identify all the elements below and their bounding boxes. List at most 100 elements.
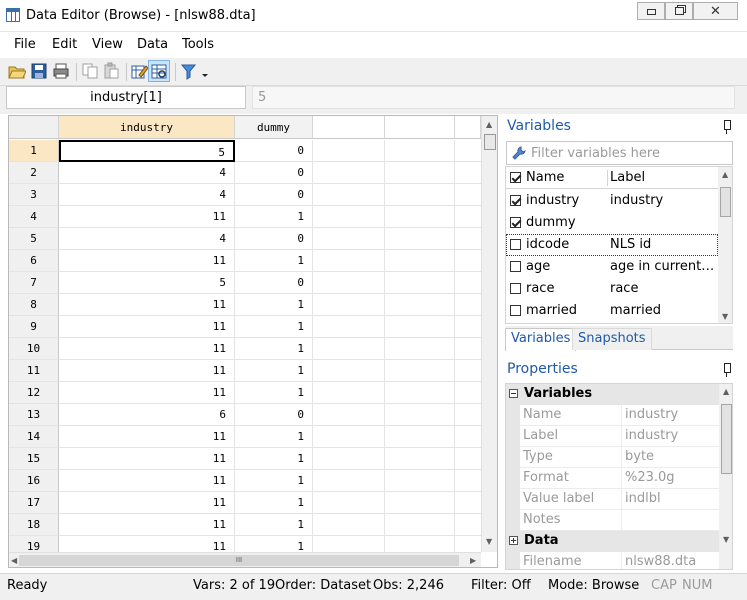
- variable-list[interactable]: Name Label industry industry dummy idcode NL…: [505, 166, 733, 324]
- menu-data[interactable]: Data: [137, 37, 168, 52]
- variable-checkbox[interactable]: [510, 261, 521, 272]
- property-row[interactable]: Label industry: [506, 426, 719, 447]
- cell-industry[interactable]: 4: [59, 162, 235, 184]
- property-row[interactable]: Type byte: [506, 447, 719, 468]
- tab-snapshots[interactable]: Snapshots: [572, 328, 652, 350]
- variable-list-item[interactable]: idcode NLS id: [506, 234, 718, 256]
- copy-icon[interactable]: [81, 62, 99, 80]
- menu-view[interactable]: View: [92, 37, 123, 52]
- row-number[interactable]: 4: [9, 206, 59, 228]
- table-row[interactable]: 18 11 1: [9, 514, 481, 536]
- collapse-icon[interactable]: [509, 389, 518, 398]
- table-row[interactable]: 9 11 1: [9, 316, 481, 338]
- table-row[interactable]: 17 11 1: [9, 492, 481, 514]
- pin-icon[interactable]: [722, 120, 732, 134]
- cell-industry[interactable]: 4: [59, 184, 235, 206]
- browse-mode-icon[interactable]: [150, 62, 168, 80]
- grid-corner[interactable]: [9, 116, 59, 139]
- variable-list-item[interactable]: race race: [506, 278, 718, 300]
- edit-mode-icon[interactable]: [130, 62, 148, 80]
- grid-horizontal-scroll-thumb[interactable]: III: [19, 555, 459, 566]
- cell-value-field[interactable]: 5: [252, 86, 735, 109]
- property-group-data[interactable]: Data: [506, 531, 719, 552]
- row-number[interactable]: 14: [9, 426, 59, 448]
- column-header-dummy[interactable]: dummy: [235, 116, 313, 139]
- table-row[interactable]: 6 11 1: [9, 250, 481, 272]
- cell-dummy[interactable]: 1: [235, 382, 313, 404]
- cell-industry[interactable]: 11: [59, 426, 235, 448]
- minimize-button[interactable]: [637, 2, 665, 20]
- property-row[interactable]: Name industry: [506, 405, 719, 426]
- filter-icon[interactable]: [180, 62, 210, 80]
- filter-variables-input[interactable]: [531, 144, 727, 162]
- column-header-name[interactable]: Name: [526, 170, 564, 185]
- row-number[interactable]: 8: [9, 294, 59, 316]
- cell-dummy[interactable]: 1: [235, 206, 313, 228]
- row-number[interactable]: 11: [9, 360, 59, 382]
- properties-grid[interactable]: Variables Name industry Label industry Type b…: [505, 383, 733, 570]
- variable-checkbox[interactable]: [510, 305, 521, 316]
- row-number[interactable]: 13: [9, 404, 59, 426]
- save-icon[interactable]: [30, 62, 48, 80]
- cell-dummy[interactable]: 0: [235, 162, 313, 184]
- grid-vertical-scroll-thumb[interactable]: [484, 134, 496, 150]
- row-number[interactable]: 18: [9, 514, 59, 536]
- pin-icon[interactable]: [722, 363, 732, 377]
- cell-industry[interactable]: 5: [59, 272, 235, 294]
- cell-industry[interactable]: 6: [59, 404, 235, 426]
- cell-dummy[interactable]: 1: [235, 316, 313, 338]
- cell-industry[interactable]: 11: [59, 316, 235, 338]
- table-row[interactable]: 11 11 1: [9, 360, 481, 382]
- cell-dummy[interactable]: 0: [235, 404, 313, 426]
- variable-checkbox[interactable]: [510, 195, 521, 206]
- row-number[interactable]: 15: [9, 448, 59, 470]
- wrench-icon[interactable]: [512, 146, 526, 160]
- select-all-checkbox[interactable]: [510, 172, 521, 183]
- variable-list-item[interactable]: industry industry: [506, 190, 718, 212]
- scroll-down-arrow-icon[interactable]: ▼: [723, 536, 729, 544]
- cell-industry[interactable]: 11: [59, 360, 235, 382]
- row-number[interactable]: 10: [9, 338, 59, 360]
- cell-dummy[interactable]: 1: [235, 448, 313, 470]
- open-icon[interactable]: [8, 62, 26, 80]
- cell-industry[interactable]: 11: [59, 382, 235, 404]
- cell-dummy[interactable]: 0: [235, 140, 313, 162]
- table-row[interactable]: 4 11 1: [9, 206, 481, 228]
- paste-icon[interactable]: [102, 62, 120, 80]
- cell-dummy[interactable]: 1: [235, 360, 313, 382]
- variable-list-item[interactable]: dummy: [506, 212, 718, 234]
- table-row[interactable]: 150: [9, 140, 481, 162]
- cell-dummy[interactable]: 1: [235, 338, 313, 360]
- scroll-up-arrow-icon[interactable]: ▲: [723, 388, 729, 396]
- table-row[interactable]: 540: [9, 228, 481, 250]
- cell-dummy[interactable]: 1: [235, 250, 313, 272]
- cell-industry[interactable]: 4: [59, 228, 235, 250]
- cell-industry[interactable]: 11: [59, 470, 235, 492]
- data-grid[interactable]: industry dummy 1 5 0 2 4 0 3 4 0 4 11 1 5 4 0 6 11 1 7 5 0 8 1…: [8, 115, 498, 568]
- menu-edit[interactable]: Edit: [52, 37, 77, 52]
- table-row[interactable]: 14 11 1: [9, 426, 481, 448]
- variable-filter[interactable]: [506, 141, 733, 165]
- table-row[interactable]: 16 11 1: [9, 470, 481, 492]
- scroll-down-arrow-icon[interactable]: ▼: [722, 313, 728, 321]
- grid-horizontal-scrollbar[interactable]: ◀ III ▶: [9, 552, 481, 567]
- properties-scroll-thumb[interactable]: [721, 404, 732, 474]
- table-row[interactable]: 750: [9, 272, 481, 294]
- cell-dummy[interactable]: 1: [235, 470, 313, 492]
- scroll-right-arrow-icon[interactable]: ▶: [470, 557, 476, 565]
- properties-scrollbar[interactable]: ▲ ▼: [719, 384, 732, 569]
- scroll-up-arrow-icon[interactable]: ▲: [722, 171, 728, 179]
- cell-dummy[interactable]: 0: [235, 228, 313, 250]
- collapse-icon[interactable]: [509, 536, 518, 545]
- row-number[interactable]: 7: [9, 272, 59, 294]
- column-header-label[interactable]: Label: [610, 170, 716, 185]
- cell-dummy[interactable]: 1: [235, 426, 313, 448]
- cell-dummy[interactable]: 0: [235, 184, 313, 206]
- tab-variables[interactable]: Variables: [505, 328, 577, 351]
- cell-name-box[interactable]: industry[1]: [6, 86, 246, 109]
- row-number[interactable]: 5: [9, 228, 59, 250]
- property-row[interactable]: Value label indlbl: [506, 489, 719, 510]
- cell-industry[interactable]: 11: [59, 514, 235, 536]
- variable-list-scrollbar[interactable]: ▲ ▼: [718, 167, 732, 323]
- table-row[interactable]: 12 11 1: [9, 382, 481, 404]
